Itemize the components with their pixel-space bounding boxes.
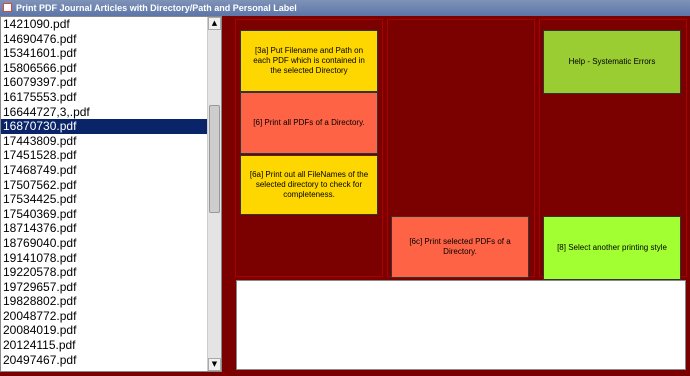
list-item[interactable]: 15806566.pdf <box>1 61 208 76</box>
print-filenames-label: [6a] Print out all FileNames of the sele… <box>249 170 369 199</box>
scroll-down-button[interactable]: ▼ <box>208 358 221 371</box>
list-item[interactable]: 17534425.pdf <box>1 192 208 207</box>
list-item[interactable]: 14690476.pdf <box>1 32 208 47</box>
list-item[interactable]: 17443809.pdf <box>1 134 208 149</box>
list-item[interactable]: 20497467.pdf <box>1 353 208 368</box>
list-item[interactable]: 18769040.pdf <box>1 236 208 251</box>
list-item[interactable]: 17507562.pdf <box>1 178 208 193</box>
output-textbox[interactable] <box>236 280 686 370</box>
window-title: Print PDF Journal Articles with Director… <box>16 3 297 13</box>
help-errors-button[interactable]: Help - Systematic Errors <box>543 30 681 94</box>
file-listbox[interactable]: 1421090.pdf 14690476.pdf 15341601.pdf 15806… <box>0 16 222 372</box>
scroll-down-icon: ▼ <box>211 360 218 368</box>
list-item[interactable]: 19220578.pdf <box>1 265 208 280</box>
list-item[interactable]: 17540369.pdf <box>1 207 208 222</box>
scroll-up-button[interactable]: ▲ <box>208 17 221 30</box>
scroll-up-icon: ▲ <box>211 19 218 27</box>
list-item[interactable]: 15341601.pdf <box>1 46 208 61</box>
list-item[interactable]: 19141078.pdf <box>1 251 208 266</box>
put-filename-label: [3a] Put Filename and Path on each PDF w… <box>253 46 365 75</box>
list-item[interactable]: 20124115.pdf <box>1 338 208 353</box>
list-item[interactable]: 16175553.pdf <box>1 90 208 105</box>
list-item[interactable]: 19729657.pdf <box>1 280 208 295</box>
file-list[interactable]: 1421090.pdf 14690476.pdf 15341601.pdf 15806… <box>1 17 208 367</box>
print-all-label: [6] Print all PDFs of a Directory. <box>253 118 365 127</box>
list-item[interactable]: 16079397.pdf <box>1 75 208 90</box>
print-selected-label: [6c] Print selected PDFs of a Directory. <box>409 237 511 256</box>
put-filename-button[interactable]: [3a] Put Filename and Path on each PDF w… <box>240 30 378 92</box>
print-selected-button[interactable]: [6c] Print selected PDFs of a Directory. <box>391 216 529 278</box>
vertical-scrollbar[interactable]: ▲ ▼ <box>207 17 221 371</box>
list-item[interactable]: 20048772.pdf <box>1 309 208 324</box>
select-style-button[interactable]: [8] Select another printing style <box>543 216 681 280</box>
scroll-thumb[interactable] <box>209 105 220 213</box>
select-style-label: [8] Select another printing style <box>557 243 667 252</box>
print-filenames-button[interactable]: [6a] Print out all FileNames of the sele… <box>240 155 378 215</box>
title-bar[interactable]: Print PDF Journal Articles with Director… <box>0 0 690 16</box>
list-item[interactable]: 16870730.pdf <box>1 119 208 134</box>
help-errors-label: Help - Systematic Errors <box>568 57 656 66</box>
list-item[interactable]: 17451528.pdf <box>1 148 208 163</box>
list-item[interactable]: 16644727,3,.pdf <box>1 105 208 120</box>
list-item[interactable]: 19828802.pdf <box>1 294 208 309</box>
print-all-button[interactable]: [6] Print all PDFs of a Directory. <box>240 92 378 154</box>
list-item[interactable]: 17468749.pdf <box>1 163 208 178</box>
list-item[interactable]: 18714376.pdf <box>1 221 208 236</box>
list-item[interactable]: 20084019.pdf <box>1 323 208 338</box>
list-item[interactable]: 1421090.pdf <box>1 17 208 32</box>
app-icon <box>3 3 12 12</box>
